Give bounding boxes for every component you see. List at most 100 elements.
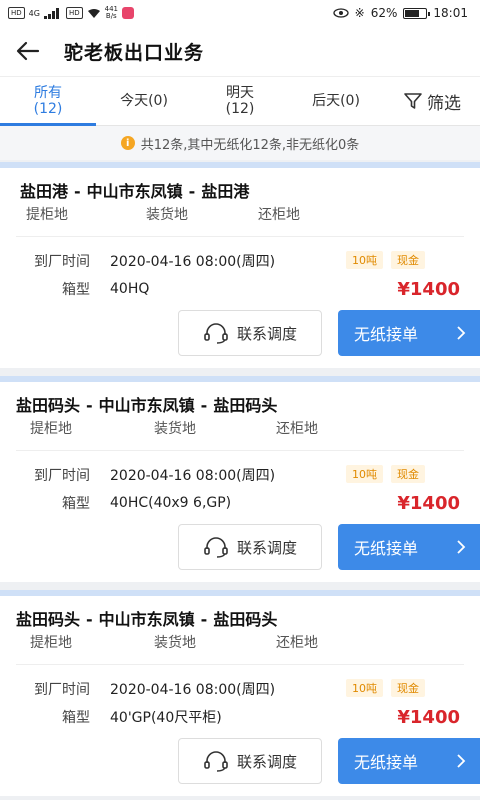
tab-all-label: 所有 bbox=[34, 85, 62, 101]
tags: 10吨 现金 bbox=[338, 679, 425, 697]
route-separator: - bbox=[74, 182, 81, 201]
box-label: 箱型 bbox=[62, 710, 90, 726]
arrival-value: 2020-04-16 08:00(周四) bbox=[110, 468, 276, 484]
accept-label: 无纸接单 bbox=[354, 325, 419, 344]
signal-icon bbox=[43, 7, 59, 19]
battery-percent: 62% bbox=[370, 6, 398, 20]
tags: 10吨 现金 bbox=[338, 251, 425, 269]
arrival-label: 到厂时间 bbox=[34, 468, 90, 484]
battery-icon bbox=[403, 7, 431, 19]
loading-place: 中山市东凤镇 bbox=[86, 182, 183, 201]
payment-tag: 现金 bbox=[391, 251, 425, 269]
price: ¥1400 bbox=[397, 706, 460, 728]
back-arrow-icon bbox=[16, 41, 40, 61]
net-speed: 441 B/s bbox=[105, 6, 118, 20]
box-value: 40HQ bbox=[110, 281, 150, 297]
hd-chip-2: HD bbox=[65, 7, 83, 19]
box-row: 箱型 40HC(40x9 6,GP) ¥1400 bbox=[0, 489, 480, 517]
paperless-accept-button[interactable]: 无纸接单 bbox=[338, 524, 480, 570]
route-separator: - bbox=[86, 610, 93, 629]
route: 盐田港 - 中山市东凤镇 - 盐田港 bbox=[0, 178, 480, 202]
paperless-accept-button[interactable]: 无纸接单 bbox=[338, 738, 480, 784]
summary-notice: i 共12条,其中无纸化12条,非无纸化0条 bbox=[0, 126, 480, 160]
back-button[interactable] bbox=[16, 36, 46, 66]
filter-label: 筛选 bbox=[427, 93, 461, 114]
tab-tomorrow-label: 明天 bbox=[226, 85, 254, 101]
page-title: 驼老板出口业务 bbox=[64, 41, 205, 64]
return-place: 盐田码头 bbox=[213, 610, 278, 629]
pickup-place: 盐田港 bbox=[20, 182, 69, 201]
box-value: 40'GP(40尺平柜) bbox=[110, 710, 222, 726]
route-separator: - bbox=[86, 396, 93, 415]
divider bbox=[16, 236, 464, 237]
pickup-label: 提柜地 bbox=[26, 207, 68, 223]
info-icon: i bbox=[120, 136, 135, 150]
route: 盐田码头 - 中山市东凤镇 - 盐田码头 bbox=[0, 392, 480, 416]
filter-button[interactable]: 筛选 bbox=[384, 77, 480, 125]
bluetooth-icon: ※ bbox=[354, 6, 365, 20]
headset-icon bbox=[204, 323, 228, 344]
weight-tag: 10吨 bbox=[346, 679, 383, 697]
arrival-row: 到厂时间 2020-04-16 08:00(周四) 10吨 现金 bbox=[0, 247, 480, 275]
loading-place: 中山市东凤镇 bbox=[98, 396, 195, 415]
eye-icon bbox=[333, 8, 349, 18]
tab-all-count: (12) bbox=[33, 101, 63, 117]
route-labels: 提柜地 装货地 还柜地 bbox=[0, 418, 480, 438]
order-card[interactable]: 盐田码头 - 中山市东凤镇 - 盐田码头 提柜地 装货地 还柜地 到厂时间 20… bbox=[0, 590, 480, 796]
box-label: 箱型 bbox=[62, 282, 90, 298]
route-labels: 提柜地 装货地 还柜地 bbox=[0, 632, 480, 652]
paperless-accept-button[interactable]: 无纸接单 bbox=[338, 310, 480, 356]
price: ¥1400 bbox=[397, 492, 460, 514]
net-speed-unit: B/s bbox=[105, 12, 117, 20]
payment-tag: 现金 bbox=[391, 465, 425, 483]
contact-dispatch-button[interactable]: 联系调度 bbox=[178, 310, 322, 356]
order-card[interactable]: 盐田港 - 中山市东凤镇 - 盐田港 提柜地 装货地 还柜地 到厂时间 2020… bbox=[0, 162, 480, 368]
box-value: 40HC(40x9 6,GP) bbox=[110, 495, 232, 511]
box-row: 箱型 40HQ ¥1400 bbox=[0, 275, 480, 303]
contact-dispatch-button[interactable]: 联系调度 bbox=[178, 524, 322, 570]
hd-chip: HD bbox=[8, 7, 25, 19]
loading-label: 装货地 bbox=[154, 421, 196, 437]
tab-day-after[interactable]: 后天(0) bbox=[288, 77, 384, 125]
order-card[interactable]: 盐田码头 - 中山市东凤镇 - 盐田码头 提柜地 装货地 还柜地 到厂时间 20… bbox=[0, 376, 480, 582]
tab-tomorrow[interactable]: 明天 (12) bbox=[192, 77, 288, 125]
chevron-right-icon bbox=[457, 540, 466, 554]
route: 盐田码头 - 中山市东凤镇 - 盐田码头 bbox=[0, 606, 480, 630]
arrival-value: 2020-04-16 08:00(周四) bbox=[110, 254, 276, 270]
arrival-label: 到厂时间 bbox=[34, 682, 90, 698]
date-tabs: 所有 (12) 今天(0) 明天 (12) 后天(0) 筛选 bbox=[0, 76, 480, 126]
pickup-label: 提柜地 bbox=[30, 421, 72, 437]
tab-today-label: 今天(0) bbox=[120, 93, 168, 109]
pickup-label: 提柜地 bbox=[30, 635, 72, 651]
return-label: 还柜地 bbox=[276, 635, 318, 651]
tags: 10吨 现金 bbox=[338, 465, 425, 483]
contact-dispatch-button[interactable]: 联系调度 bbox=[178, 738, 322, 784]
loading-label: 装货地 bbox=[146, 207, 188, 223]
filter-icon bbox=[404, 93, 422, 109]
weight-tag: 10吨 bbox=[346, 251, 383, 269]
summary-text: 共12条,其中无纸化12条,非无纸化0条 bbox=[140, 137, 360, 153]
tab-today[interactable]: 今天(0) bbox=[96, 77, 192, 125]
tab-day-after-label: 后天(0) bbox=[312, 93, 360, 109]
tab-all[interactable]: 所有 (12) bbox=[0, 77, 96, 126]
clock: 18:01 bbox=[433, 6, 468, 20]
wifi-icon bbox=[87, 8, 100, 18]
signal-label: 4G bbox=[28, 8, 40, 18]
contact-label: 联系调度 bbox=[236, 752, 297, 771]
divider bbox=[16, 664, 464, 665]
chevron-right-icon bbox=[457, 754, 466, 768]
arrival-value: 2020-04-16 08:00(周四) bbox=[110, 682, 276, 698]
return-label: 还柜地 bbox=[276, 421, 318, 437]
pickup-place: 盐田码头 bbox=[16, 396, 81, 415]
tab-tomorrow-count: (12) bbox=[225, 101, 255, 117]
battery-fill bbox=[405, 9, 420, 17]
headset-icon bbox=[204, 751, 228, 772]
loading-place: 中山市东凤镇 bbox=[98, 610, 195, 629]
return-place: 盐田码头 bbox=[213, 396, 278, 415]
box-label: 箱型 bbox=[62, 496, 90, 512]
app-header: 驼老板出口业务 bbox=[0, 26, 480, 76]
arrival-row: 到厂时间 2020-04-16 08:00(周四) 10吨 现金 bbox=[0, 461, 480, 489]
loading-label: 装货地 bbox=[154, 635, 196, 651]
order-list: 盐田港 - 中山市东凤镇 - 盐田港 提柜地 装货地 还柜地 到厂时间 2020… bbox=[0, 162, 480, 796]
accept-label: 无纸接单 bbox=[354, 753, 419, 772]
